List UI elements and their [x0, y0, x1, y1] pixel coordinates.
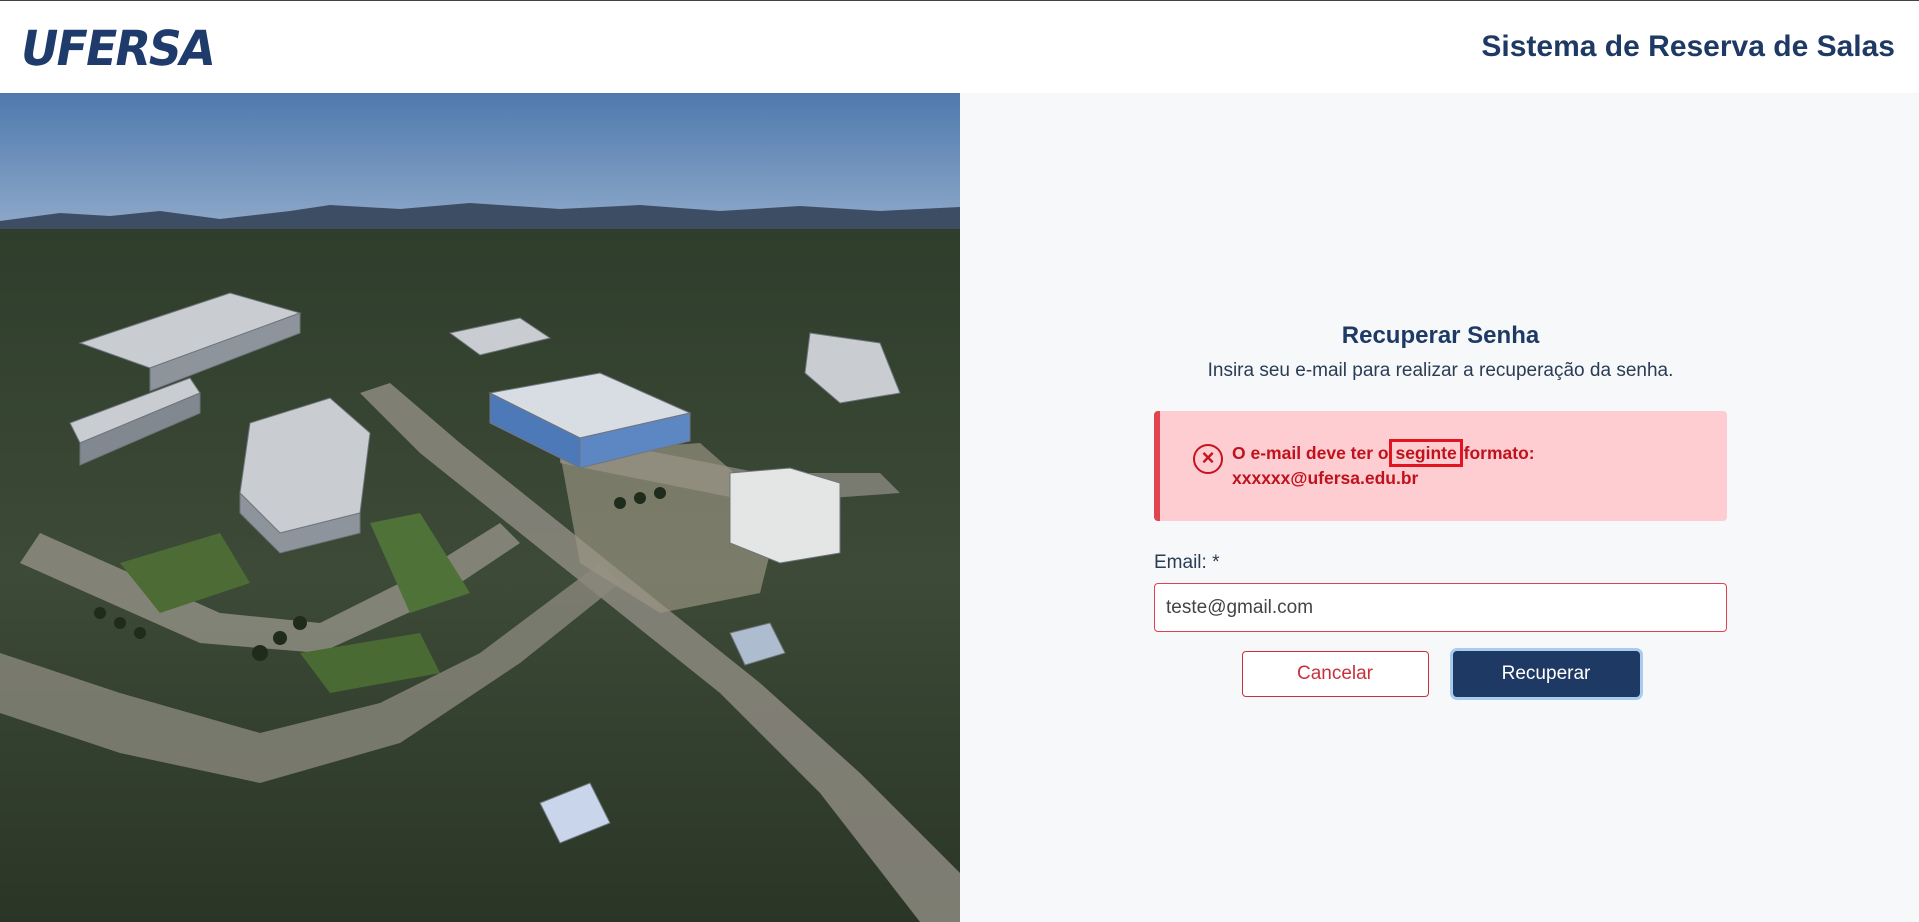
cancel-button[interactable]: Cancelar [1241, 651, 1429, 697]
logo-text: UFERSA [16, 19, 219, 77]
ufersa-logo[interactable]: UFERSA [16, 20, 218, 77]
error-circle-x-icon: × [1193, 444, 1223, 474]
recovery-panel: Recuperar Senha Insira seu e-mail para r… [960, 93, 1919, 922]
error-text-after: formato: [1463, 443, 1535, 463]
recovery-form: Recuperar Senha Insira seu e-mail para r… [1154, 321, 1727, 697]
campus-photo-illustration [0, 93, 960, 922]
recover-button[interactable]: Recuperar [1452, 651, 1640, 697]
campus-aerial-photo [0, 93, 960, 922]
form-actions: Cancelar Recuperar [1154, 651, 1727, 697]
email-input[interactable] [1154, 583, 1727, 632]
error-email-example: xxxxxx@ufersa.edu.br [1232, 468, 1419, 488]
error-highlighted-word: seginte [1389, 439, 1463, 467]
app-title: Sistema de Reserva de Salas [1481, 30, 1895, 63]
email-label: Email: * [1154, 552, 1220, 573]
error-alert: × O e-mail deve ter o seginte formato: x… [1154, 411, 1727, 521]
error-text-before: O e-mail deve ter o [1232, 443, 1389, 463]
error-message: O e-mail deve ter o seginte formato: xxx… [1232, 439, 1692, 491]
form-subtitle: Insira seu e-mail para realizar a recupe… [1207, 360, 1674, 381]
form-title: Recuperar Senha [1341, 322, 1540, 349]
header: UFERSA Sistema de Reserva de Salas [0, 0, 1919, 93]
